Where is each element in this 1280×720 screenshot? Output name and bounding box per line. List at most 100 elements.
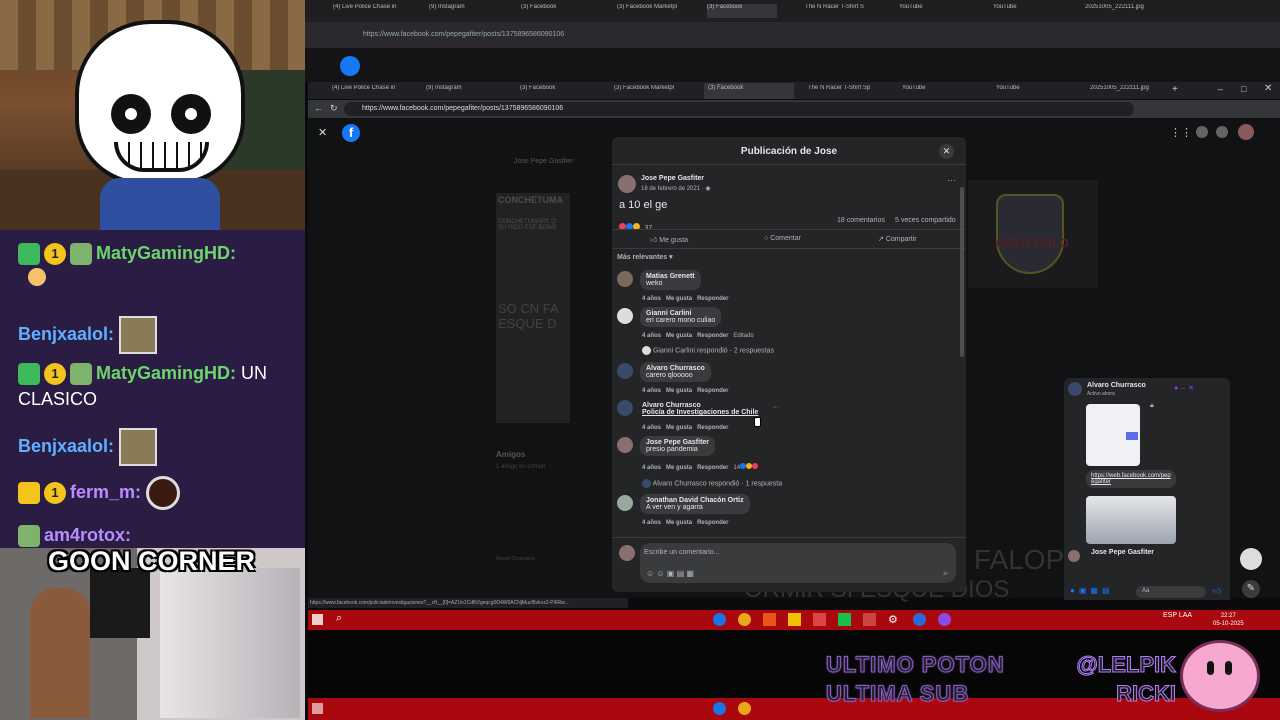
browser-tab-active[interactable]: (3) Facebook xyxy=(704,83,794,99)
author-avatar[interactable] xyxy=(618,175,636,193)
browser-tab[interactable]: YouTube xyxy=(996,85,1056,99)
comment-author[interactable]: Matias Grenett xyxy=(646,273,695,280)
commenter-avatar[interactable] xyxy=(617,400,633,416)
comment-like-button[interactable]: Me gusta xyxy=(666,465,692,471)
comment-reply-button[interactable]: Responder xyxy=(697,465,728,471)
outer-tab[interactable]: (9) Instagram xyxy=(429,4,499,18)
comment-like-button[interactable]: Me gusta xyxy=(666,388,692,394)
commenter-avatar[interactable] xyxy=(617,495,633,511)
shared-image-thumb[interactable] xyxy=(1086,404,1140,466)
outer-tab-active[interactable]: (3) Facebook xyxy=(707,4,777,18)
search-icon[interactable]: ⌕ xyxy=(336,612,342,625)
comment-author[interactable]: Gianni Carlini xyxy=(646,310,715,317)
commenter-avatar[interactable] xyxy=(617,308,633,324)
comment-like-button[interactable]: Me gusta xyxy=(666,333,692,339)
notifications-icon[interactable] xyxy=(1216,126,1228,138)
commenter-avatar[interactable] xyxy=(617,437,633,453)
mic-icon[interactable]: ● xyxy=(1070,586,1079,595)
comment-like-button[interactable]: Me gusta xyxy=(666,425,692,431)
discord-icon[interactable] xyxy=(938,613,951,626)
new-message-icon[interactable]: ✎ xyxy=(1242,580,1260,598)
comment-input[interactable]: Escribe un comentario... ☺ ☺ ▣ ▤ ▦ ➤ xyxy=(640,543,956,583)
sticker-icon[interactable]: ☺ xyxy=(646,569,656,578)
close-window-button[interactable]: ✕ xyxy=(1264,83,1272,94)
sticker-icon[interactable]: ▦ xyxy=(1090,586,1102,595)
steam-icon[interactable] xyxy=(913,613,926,626)
settings-gear-icon[interactable]: ⚙ xyxy=(888,613,898,626)
contact-avatar[interactable] xyxy=(1068,382,1082,396)
outer-tab[interactable]: (3) Facebook xyxy=(521,4,591,18)
clock[interactable]: 22:27 05-10-2025 xyxy=(1213,612,1244,628)
browser-tab[interactable]: (3) Facebook xyxy=(520,85,590,99)
app-icon[interactable] xyxy=(863,613,876,626)
gif-icon[interactable]: ▤ xyxy=(677,569,687,578)
outer-tab[interactable]: The N Racer T-Shirt S xyxy=(805,4,875,18)
close-viewer-icon[interactable]: ✕ xyxy=(318,126,327,139)
comment-time[interactable]: 4 años xyxy=(642,465,661,471)
outer-url[interactable]: https://www.facebook.com/pepegafiter/pos… xyxy=(363,31,564,38)
language-indicator[interactable]: ESP LAA xyxy=(1163,612,1192,620)
apps-grid-icon[interactable]: ⋮⋮ xyxy=(1170,126,1192,139)
comment-reply-button[interactable]: Responder xyxy=(697,333,728,339)
comment-options-icon[interactable]: ··· xyxy=(772,404,779,411)
gif-icon[interactable]: ▤ xyxy=(1102,586,1114,595)
shares-count[interactable]: 5 veces compartido xyxy=(895,217,956,224)
outer-tab[interactable]: YouTube xyxy=(993,4,1053,18)
facebook-logo-icon[interactable]: f xyxy=(342,124,360,142)
view-replies-link[interactable]: Gianni Carlini respondió · 2 respuestas xyxy=(642,346,774,355)
image-icon[interactable]: ▣ xyxy=(1079,586,1091,595)
maximize-button[interactable]: □ xyxy=(1241,84,1246,94)
reload-icon[interactable]: ↻ xyxy=(330,103,338,114)
message-input[interactable]: Aa xyxy=(1136,586,1206,598)
close-chat-icon[interactable]: ✕ xyxy=(1188,385,1197,392)
comment-mention-link[interactable]: Policía de Investigaciones de Chile xyxy=(642,409,758,416)
contact-name[interactable]: Alvaro Churrasco xyxy=(1087,382,1146,389)
shared-link[interactable]: https://web.facebook.com/pepegafiter xyxy=(1086,470,1176,488)
outer-tab[interactable]: YouTube xyxy=(899,4,959,18)
app-icon[interactable] xyxy=(813,613,826,626)
view-replies-link[interactable]: Alvaro Churrasco respondió · 1 respuesta xyxy=(642,479,782,488)
post-author[interactable]: Jose Pepe Gasfiter xyxy=(641,175,704,182)
avatar-sticker-icon[interactable]: ▦ xyxy=(686,569,694,578)
outer-tab[interactable]: (3) Facebook Marketpl xyxy=(617,4,687,18)
send-icon[interactable]: ➤ xyxy=(942,569,949,578)
close-modal-button[interactable]: ✕ xyxy=(939,144,954,159)
commenter-avatar[interactable] xyxy=(617,271,633,287)
browser-tab[interactable]: The N Racer T-Shirt Sp xyxy=(808,85,882,99)
browser-tab[interactable]: YouTube xyxy=(902,85,962,99)
comment-time[interactable]: 4 años xyxy=(642,425,661,431)
back-arrow-icon[interactable]: ← xyxy=(314,103,323,113)
like-button[interactable]: 👍︎ Me gusta xyxy=(650,235,688,244)
sort-dropdown[interactable]: Más relevantes ▾ xyxy=(617,253,673,261)
thumbs-up-icon[interactable]: 👍︎ xyxy=(1212,586,1221,597)
comment-like-button[interactable]: Me gusta xyxy=(666,520,692,526)
comment-author[interactable]: Jose Pepe Gasfiter xyxy=(646,439,709,446)
comment-time[interactable]: 4 años xyxy=(642,388,661,394)
comment-reactions[interactable]: 14 xyxy=(733,463,759,471)
share-button[interactable]: ↗ Compartir xyxy=(878,235,917,243)
comment-reply-button[interactable]: Responder xyxy=(697,388,728,394)
comment-like-button[interactable]: Me gusta xyxy=(666,296,692,302)
comment-time[interactable]: 4 años xyxy=(642,333,661,339)
app-icon[interactable] xyxy=(838,613,851,626)
browser-tab[interactable]: (4) Live Police Chase in xyxy=(332,85,404,99)
chrome-icon[interactable] xyxy=(713,613,726,626)
file-explorer-icon[interactable] xyxy=(788,613,801,626)
browser-tab[interactable]: (9) Instagram xyxy=(426,85,496,99)
comment-time[interactable]: 4 años xyxy=(642,296,661,302)
comment-reply-button[interactable]: Responder xyxy=(697,296,728,302)
shared-photo[interactable] xyxy=(1086,496,1176,544)
messenger-icon[interactable] xyxy=(1196,126,1208,138)
comment-reply-button[interactable]: Responder xyxy=(697,425,728,431)
more-options-icon[interactable]: ··· xyxy=(947,175,956,185)
start-button-icon[interactable] xyxy=(312,614,323,625)
chrome-canary-icon[interactable] xyxy=(738,613,751,626)
commenter-avatar[interactable] xyxy=(617,363,633,379)
browser-tab[interactable]: 20251005_222111.jpg xyxy=(1090,85,1170,99)
comments-count[interactable]: 18 comentarios xyxy=(837,217,885,224)
comment-author[interactable]: Jonathan David Chacón Ortiz xyxy=(646,497,744,504)
comment-time[interactable]: 4 años xyxy=(642,520,661,526)
app-icon[interactable] xyxy=(763,613,776,626)
post-date[interactable]: 18 de febrero de 2021 · ◉ xyxy=(641,185,711,192)
browser-tab[interactable]: (3) Facebook Marketpl xyxy=(614,85,688,99)
